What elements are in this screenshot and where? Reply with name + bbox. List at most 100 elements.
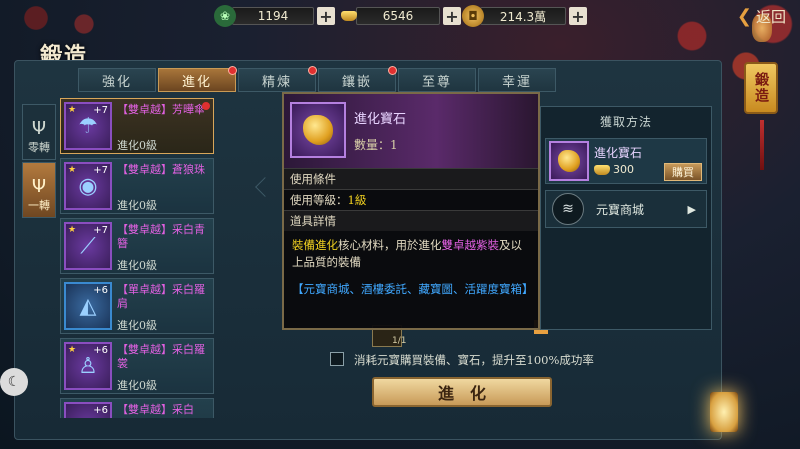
item-name: 【雙卓越】芳曄傘 — [117, 103, 205, 116]
enhance-level: +6 — [93, 345, 108, 356]
acquire-price: 300 — [594, 163, 634, 176]
side-tab-label: 一轉 — [28, 199, 50, 212]
menu-toggle-icon[interactable]: ☾ — [0, 368, 28, 396]
enhance-level: +7 — [93, 165, 108, 176]
evolve-gem-icon — [549, 141, 589, 181]
tooltip-item-name: 進化寶石 — [354, 112, 407, 127]
side-tab-label: 零轉 — [28, 141, 50, 154]
back-button[interactable]: ❮ 返回 — [737, 6, 786, 27]
gold-ingot-icon — [338, 5, 360, 27]
desc-highlight: 雙卓越紫裝 — [441, 238, 500, 252]
lantern-icon — [710, 392, 738, 432]
currency-value: 214.3萬 — [480, 7, 566, 25]
shop-name: 元寶商城 — [596, 202, 645, 217]
tab-supreme[interactable]: 至尊 — [398, 68, 476, 92]
tab-label: 精煉 — [261, 74, 292, 90]
item-description: 裝備進化核心材料，用於進化雙卓越紫裝及以上品質的裝備 — [284, 231, 538, 277]
item-status: 進化0級 — [117, 379, 157, 392]
side-tab-one-turn[interactable]: Ψ 一轉 — [22, 162, 56, 218]
tab-inlay[interactable]: 鑲嵌 — [318, 66, 397, 92]
arrow-right-icon: ▶ — [687, 202, 696, 216]
star-icon: ★ — [68, 225, 77, 235]
notification-dot — [308, 66, 317, 75]
star-icon: ★ — [68, 105, 77, 115]
star-icon: ★ — [68, 345, 77, 355]
tab-luck[interactable]: 幸運 — [478, 68, 556, 92]
side-tab-zero-turn[interactable]: Ψ 零轉 — [22, 104, 56, 160]
list-item[interactable]: ◆+6 【雙卓越】采白 — [60, 398, 214, 418]
shoulder-armor-icon: ◭ +6 — [64, 282, 112, 330]
tab-strengthen[interactable]: 強化 — [78, 68, 156, 92]
copper-coin-icon: ◘ — [462, 5, 484, 27]
list-item[interactable]: ⟋ +7 ★ 【雙卓越】采白青簪 進化0級 — [60, 218, 214, 274]
tab-label: 幸運 — [501, 74, 532, 90]
item-status: 進化0級 — [117, 319, 157, 332]
forge-seal-icon: 鍛造 — [744, 62, 778, 114]
tab-label: 鑲嵌 — [341, 74, 372, 90]
shop-icon: ≋ — [552, 193, 584, 225]
tab-bar: 強化 進化 精煉 鑲嵌 至尊 幸運 — [78, 66, 556, 92]
tab-evolve[interactable]: 進化 — [158, 66, 237, 92]
trident-icon: Ψ — [31, 118, 47, 139]
trident-icon: Ψ — [31, 176, 47, 197]
robe-icon: ♙ +6 ★ — [64, 342, 112, 390]
add-gold-button[interactable]: + — [443, 7, 461, 26]
item-tooltip: 進化寶石 數量：1 使用條件 使用等級：1級 道具詳情 裝備進化核心材料，用於進… — [282, 92, 540, 330]
item-sources: 【元寶商城、酒樓委託、藏寶圖、活躍度寶箱】 — [292, 282, 534, 296]
item-status: 進化0級 — [117, 259, 157, 272]
list-item[interactable]: ◉ +7 ★ 【雙卓越】蒼狼珠 進化0級 — [60, 158, 214, 214]
enhance-level: +6 — [93, 285, 108, 296]
tassel-decoration — [760, 120, 764, 170]
use-condition-header: 使用條件 — [284, 168, 538, 189]
auto-buy-checkbox[interactable] — [330, 352, 344, 366]
shop-link[interactable]: ≋ 元寶商城 ▶ — [545, 190, 707, 228]
currency-gold: 6546 + — [338, 5, 461, 27]
acquire-title: 獲取方法 — [599, 115, 652, 129]
enhance-level: +7 — [93, 105, 108, 116]
tab-label: 進化 — [181, 74, 212, 90]
use-level-row: 使用等級：1級 — [284, 189, 538, 210]
currency-value: 6546 — [356, 7, 440, 25]
tooltip-item-count: 數量：1 — [354, 138, 398, 152]
item-name: 【雙卓越】蒼狼珠 — [117, 163, 205, 176]
equipment-list: ☂ +7 ★ 【雙卓越】芳曄傘 進化0級 ◉ +7 ★ 【雙卓越】蒼狼珠 進化0級 ⟋ +7 ★… — [60, 98, 216, 418]
item-name: 【雙卓越】采白羅裳 — [117, 343, 205, 370]
currency-value: 1194 — [232, 7, 314, 25]
list-item[interactable]: ☂ +7 ★ 【雙卓越】芳曄傘 進化0級 — [60, 98, 214, 154]
use-level-value: 1級 — [347, 193, 367, 207]
tab-label: 至尊 — [421, 74, 452, 90]
tooltip-header: 進化寶石 數量：1 — [284, 94, 538, 168]
desc-highlight: 裝備進化 — [292, 238, 338, 252]
evolve-gem-icon — [290, 102, 346, 158]
item-name: 【雙卓越】采白 — [117, 403, 194, 416]
jade-coin-icon: ❀ — [214, 5, 236, 27]
item-name: 【雙卓越】采白青簪 — [117, 223, 205, 250]
desc-text: 核心材料，用於進化 — [338, 238, 442, 252]
item-status: 進化0級 — [117, 199, 157, 212]
tab-label: 強化 — [101, 74, 132, 90]
item-name: 【單卓越】采白羅肩 — [117, 283, 205, 310]
tab-refine[interactable]: 精煉 — [238, 66, 317, 92]
price-value: 300 — [613, 163, 634, 176]
list-item[interactable]: ◭ +6 【單卓越】采白羅肩進化0級 — [60, 278, 214, 334]
evolve-button[interactable]: 進化 — [372, 377, 552, 407]
gold-ingot-icon — [594, 164, 610, 175]
acquire-item-row: 進化寶石 300 購買 — [545, 138, 707, 184]
notification-dot — [388, 66, 397, 75]
notification-dot — [202, 102, 210, 110]
detail-header: 道具詳情 — [284, 210, 538, 231]
list-item[interactable]: ♙ +6 ★ 【雙卓越】采白羅裳 進化0級 — [60, 338, 214, 394]
notification-dot — [228, 66, 237, 75]
item-status: 進化0級 — [117, 139, 157, 152]
add-jade-button[interactable]: + — [317, 7, 335, 26]
back-arrow-icon: ❮ — [736, 6, 752, 27]
back-label: 返回 — [755, 8, 786, 26]
buy-button[interactable]: 購買 — [664, 163, 702, 181]
auto-buy-label: 消耗元寶購買裝備、寶石，提升至100%成功率 — [354, 353, 594, 367]
orb-icon: ◉ +7 ★ — [64, 162, 112, 210]
acquire-item-name: 進化寶石 — [594, 146, 643, 160]
add-copper-button[interactable]: + — [569, 7, 587, 26]
enhance-level: +6 — [93, 405, 108, 416]
currency-jade: ❀ 1194 + — [214, 5, 335, 27]
enhance-level: +7 — [93, 225, 108, 236]
